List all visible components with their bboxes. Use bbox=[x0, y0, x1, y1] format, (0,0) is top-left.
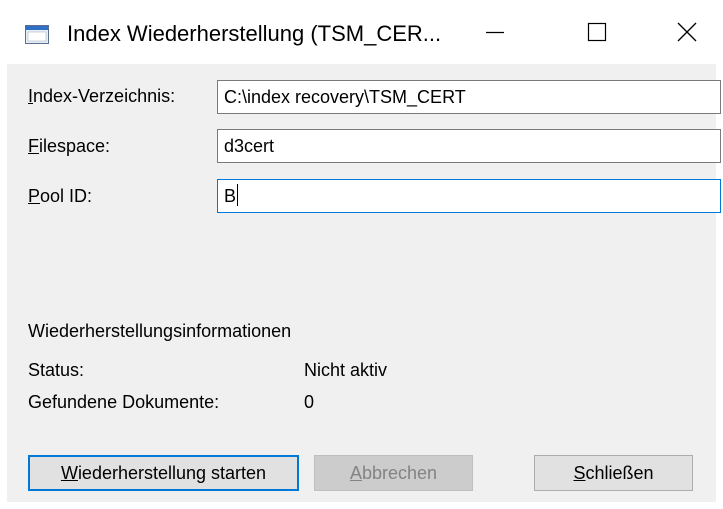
maximize-icon bbox=[587, 22, 607, 42]
text-caret bbox=[237, 184, 239, 206]
minimize-button[interactable] bbox=[449, 0, 541, 64]
pool-id-field[interactable]: B bbox=[217, 179, 721, 213]
dialog-client-area: Index-Verzeichnis: C:\index recovery\TSM… bbox=[7, 64, 721, 502]
pool-id-label: Pool ID: bbox=[28, 184, 92, 208]
accel-char: A bbox=[349, 463, 362, 483]
button-label: iederherstellung starten bbox=[77, 463, 267, 483]
close-icon bbox=[677, 22, 697, 42]
close-dialog-button[interactable]: Schließen bbox=[534, 455, 693, 491]
accel-char: W bbox=[60, 463, 78, 483]
index-dir-label: Index-Verzeichnis: bbox=[28, 84, 175, 108]
close-button[interactable] bbox=[641, 0, 723, 64]
title-bar[interactable]: Index Wiederherstellung (TSM_CER... bbox=[0, 0, 723, 64]
app-window-icon bbox=[25, 25, 49, 44]
maximize-button[interactable] bbox=[551, 0, 643, 64]
button-label: bbrechen bbox=[361, 463, 438, 483]
status-value: Nicht aktiv bbox=[304, 360, 388, 380]
filespace-field[interactable]: d3cert bbox=[217, 129, 721, 163]
minimize-icon bbox=[486, 31, 504, 34]
filespace-label: Filespace: bbox=[28, 134, 110, 158]
accel-char: P bbox=[28, 186, 41, 206]
accel-char: S bbox=[573, 463, 586, 483]
docs-found-value: 0 bbox=[304, 392, 315, 412]
cancel-button[interactable]: Abbrechen bbox=[314, 455, 473, 491]
filespace-value: d3cert bbox=[224, 136, 275, 156]
status-label: Status: bbox=[28, 360, 85, 380]
dialog-window: Index Wiederherstellung (TSM_CER... Inde… bbox=[0, 0, 723, 509]
index-dir-value: C:\index recovery\TSM_CERT bbox=[224, 87, 466, 107]
docs-found-label: Gefundene Dokumente: bbox=[28, 392, 220, 412]
label-text: ndex-Verzeichnis: bbox=[33, 86, 176, 106]
info-heading: Wiederherstellungsinformationen bbox=[28, 321, 292, 341]
pool-id-value: B bbox=[224, 186, 237, 206]
window-title: Index Wiederherstellung (TSM_CER... bbox=[67, 21, 442, 46]
label-text: ool ID: bbox=[40, 186, 93, 206]
index-dir-field[interactable]: C:\index recovery\TSM_CERT bbox=[217, 80, 721, 114]
accel-char: F bbox=[28, 136, 39, 156]
label-text: ilespace: bbox=[39, 136, 111, 156]
button-label: chließen bbox=[585, 463, 654, 483]
start-recovery-button[interactable]: Wiederherstellung starten bbox=[28, 455, 299, 491]
